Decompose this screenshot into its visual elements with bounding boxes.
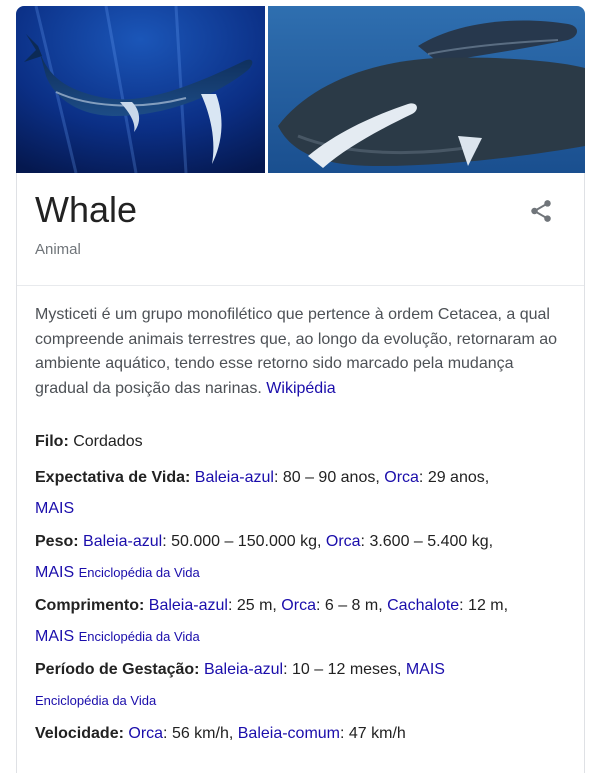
fact-value: : 47 km/h: [340, 725, 406, 742]
panel-subtitle: Animal: [35, 241, 81, 258]
panel-title: Whale: [35, 189, 138, 230]
more-link[interactable]: MAIS: [406, 661, 445, 678]
fact-value: : 3.600 – 5.400 kg,: [360, 533, 494, 550]
orca-link[interactable]: Orca: [128, 725, 163, 742]
humpback-whale-with-calf-image: [268, 6, 585, 173]
wikipedia-link[interactable]: Wikipédia: [266, 380, 335, 397]
fact-value: : 80 – 90 anos,: [273, 469, 385, 486]
fact-value: : 12 m,: [459, 597, 509, 614]
fact-label: Comprimento:: [35, 597, 145, 614]
fact-label: Período de Gestação:: [35, 661, 200, 678]
source-link[interactable]: Enciclopédia da Vida: [79, 629, 200, 644]
share-icon: [531, 200, 551, 222]
share-button[interactable]: [528, 198, 554, 224]
fact-comprimento: Comprimento: Baleia-azul: 25 m, Orca: 6 …: [35, 590, 571, 652]
source-link[interactable]: Enciclopédia da Vida: [35, 693, 156, 708]
humpback-whale-blue-water-image: [16, 6, 265, 173]
description: Mysticeti é um grupo monofilético que pe…: [35, 303, 567, 401]
more-link[interactable]: MAIS: [35, 628, 74, 645]
fact-velocidade: Velocidade: Orca: 56 km/h, Baleia-comum:…: [35, 718, 571, 749]
whale-image-1[interactable]: [16, 6, 265, 173]
divider: [17, 285, 584, 286]
fact-filo: Filo: Cordados: [35, 426, 571, 457]
fact-value: : 29 anos,: [418, 469, 490, 486]
fact-expectativa-de-vida: Expectativa de Vida: Baleia-azul: 80 – 9…: [35, 462, 571, 524]
source-link[interactable]: Enciclopédia da Vida: [79, 565, 200, 580]
fact-value: : 25 m,: [227, 597, 282, 614]
baleia-azul-link[interactable]: Baleia-azul: [204, 661, 283, 678]
baleia-azul-link[interactable]: Baleia-azul: [149, 597, 228, 614]
knowledge-panel: Whale Animal Mysticeti é um grupo monofi…: [16, 173, 585, 773]
fact-peso: Peso: Baleia-azul: 50.000 – 150.000 kg, …: [35, 526, 571, 588]
cachalote-link[interactable]: Cachalote: [387, 597, 459, 614]
more-link[interactable]: MAIS: [35, 564, 74, 581]
baleia-azul-link[interactable]: Baleia-azul: [83, 533, 162, 550]
fact-value: : 56 km/h,: [163, 725, 238, 742]
fact-value: Cordados: [73, 433, 143, 450]
orca-link[interactable]: Orca: [326, 533, 361, 550]
image-strip: [16, 6, 585, 173]
whale-image-2[interactable]: [268, 6, 585, 173]
fact-label: Peso:: [35, 533, 79, 550]
orca-link[interactable]: Orca: [281, 597, 316, 614]
fact-label: Expectativa de Vida:: [35, 469, 191, 486]
baleia-comum-link[interactable]: Baleia-comum: [238, 725, 340, 742]
fact-value: : 10 – 12 meses,: [283, 661, 406, 678]
fact-label: Velocidade:: [35, 725, 124, 742]
fact-value: : 6 – 8 m,: [315, 597, 388, 614]
fact-label: Filo:: [35, 433, 69, 450]
baleia-azul-link[interactable]: Baleia-azul: [195, 469, 274, 486]
fact-periodo-de-gestacao: Período de Gestação: Baleia-azul: 10 – 1…: [35, 654, 571, 716]
fact-value: : 50.000 – 150.000 kg,: [162, 533, 326, 550]
more-link[interactable]: MAIS: [35, 500, 74, 517]
orca-link[interactable]: Orca: [384, 469, 419, 486]
